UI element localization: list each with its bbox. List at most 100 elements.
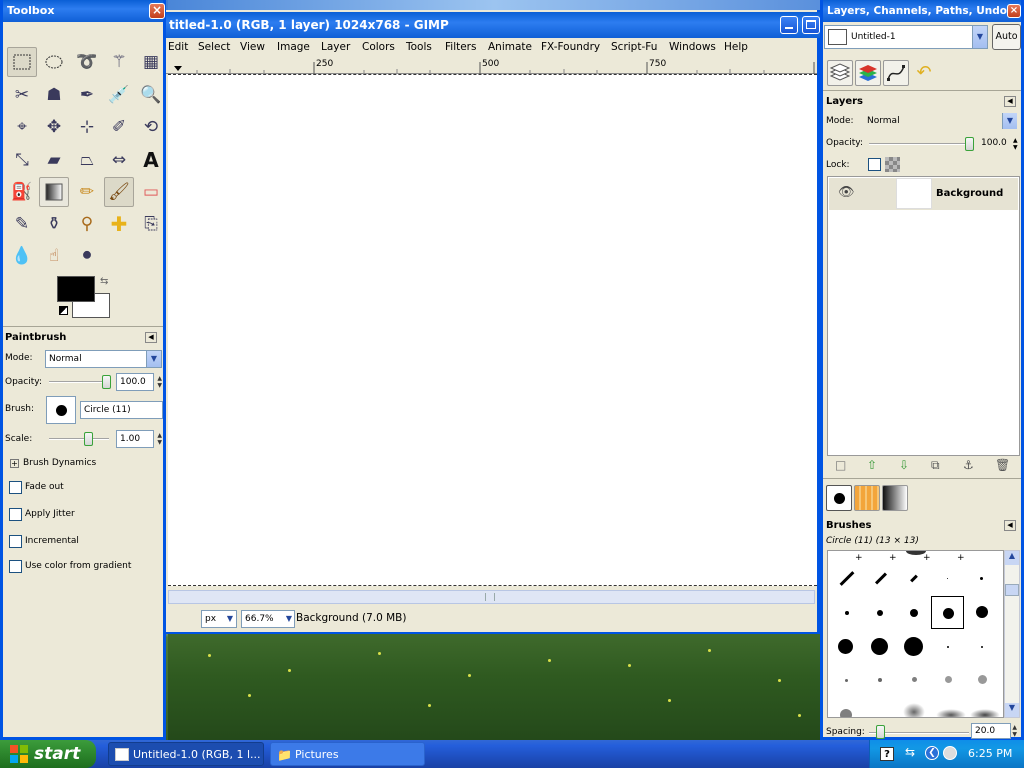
fade-out-checkbox[interactable] <box>9 481 22 494</box>
airbrush-tool[interactable]: ✎ <box>7 209 37 239</box>
layers-mode-select[interactable]: Normal ▼ <box>863 112 1018 130</box>
scrollbar-thumb[interactable] <box>1005 584 1019 596</box>
rotate-tool[interactable]: ⟲ <box>136 112 166 142</box>
ink-tool[interactable]: ⚱ <box>39 209 69 239</box>
ellipse-select-tool[interactable] <box>39 47 69 77</box>
network-icon[interactable]: ⇆ <box>905 745 915 759</box>
brush-cross-icon[interactable]: + <box>855 553 863 563</box>
scale-slider-handle[interactable] <box>84 432 93 446</box>
clone-tool[interactable]: ⚲ <box>72 209 102 239</box>
opacity-slider-handle[interactable] <box>102 375 111 389</box>
brush-grid[interactable]: + + + + <box>827 550 1004 718</box>
flip-tool[interactable]: ⇔ <box>104 145 134 175</box>
brush-name-field[interactable]: Circle (11) <box>80 401 163 419</box>
foreground-select-tool[interactable]: ☗ <box>39 80 69 110</box>
help-icon[interactable]: ? <box>880 747 894 761</box>
unit-select[interactable]: px ▼ <box>201 610 237 628</box>
brush-texture-icon[interactable] <box>936 709 966 717</box>
incremental-checkbox[interactable] <box>9 535 22 548</box>
use-color-gradient-checkbox[interactable] <box>9 560 22 573</box>
color-picker-tool[interactable]: 💉 <box>104 80 134 110</box>
tab-channels[interactable] <box>855 60 881 86</box>
perspective-clone-tool[interactable]: ⎘ <box>136 209 166 239</box>
rect-select-tool[interactable] <box>7 47 37 77</box>
menu-select[interactable]: Select <box>198 41 230 53</box>
brush-dot[interactable] <box>910 609 918 617</box>
color-select-tool[interactable]: ▦ <box>136 47 166 77</box>
minimize-button[interactable] <box>780 16 798 34</box>
brush-dynamics-expander[interactable]: Brush Dynamics <box>23 458 96 468</box>
crop-tool[interactable]: ✐ <box>104 112 134 142</box>
mode-select[interactable]: Normal ▼ <box>45 350 162 368</box>
taskbar-item-pictures[interactable]: 📁 Pictures <box>270 742 425 766</box>
align-tool[interactable]: ⊹ <box>72 112 102 142</box>
scissors-tool[interactable]: ✂ <box>7 80 37 110</box>
brush-dot[interactable] <box>871 638 888 655</box>
brush-dot[interactable] <box>840 709 852 717</box>
brush-dot[interactable] <box>947 578 948 579</box>
lasso-tool[interactable]: ➰ <box>72 47 102 77</box>
brush-dot[interactable] <box>877 610 883 616</box>
default-colors-icon[interactable] <box>59 306 68 315</box>
auto-button[interactable]: Auto <box>992 24 1021 50</box>
zoom-select[interactable]: 66.7% ▼ <box>241 610 295 628</box>
expander-plus-icon[interactable]: + <box>10 459 19 468</box>
spinner-arrows-icon[interactable]: ▲ ▼ <box>157 432 162 446</box>
tab-patterns[interactable] <box>854 485 880 511</box>
tab-undo[interactable]: ↶ <box>911 60 937 86</box>
spinner-arrows-icon[interactable]: ▲ ▼ <box>157 375 162 389</box>
smudge-tool[interactable]: ☝ <box>39 241 69 271</box>
menu-edit[interactable]: Edit <box>168 41 188 53</box>
toolbox-close-button[interactable]: × <box>149 3 165 19</box>
tab-brushes[interactable] <box>826 485 852 511</box>
brush-stroke-icon[interactable] <box>910 574 918 583</box>
paths-tool[interactable]: ✒ <box>72 80 102 110</box>
brush-texture-icon[interactable] <box>903 703 925 717</box>
brush-dot[interactable] <box>981 646 983 648</box>
paintbrush-tool[interactable]: 🖌 <box>104 177 134 207</box>
lower-layer-icon[interactable]: ⇩ <box>899 458 909 472</box>
opacity-spinner[interactable]: 100.0 ▲ ▼ <box>116 373 162 391</box>
anchor-layer-icon[interactable]: ⚓ <box>963 458 974 472</box>
layers-opacity-slider[interactable] <box>869 143 969 145</box>
duplicate-layer-icon[interactable]: ⧉ <box>931 458 940 473</box>
brush-dot[interactable] <box>978 675 987 684</box>
brush-cross-icon[interactable]: + <box>957 553 965 563</box>
menu-layer[interactable]: Layer <box>321 41 350 53</box>
eraser-tool[interactable]: ▭ <box>136 177 166 207</box>
taskbar-item-gimp[interactable]: Untitled-1.0 (RGB, 1 l... <box>108 742 264 766</box>
scrollbar-grip-icon[interactable] <box>485 593 495 601</box>
measure-tool[interactable]: ⌖ <box>7 112 37 142</box>
menu-fx-foundry[interactable]: FX-Foundry <box>541 41 600 53</box>
shear-tool[interactable]: ▰ <box>39 145 69 175</box>
selected-brush-frame[interactable] <box>931 596 964 629</box>
layers-opacity-slider-handle[interactable] <box>965 137 974 151</box>
clock[interactable]: 6:25 PM <box>968 747 1012 760</box>
scroll-down-icon[interactable]: ▼ <box>1005 703 1019 717</box>
zoom-tool[interactable]: 🔍 <box>136 80 166 110</box>
brush-dot[interactable] <box>945 676 952 683</box>
brush-dot[interactable] <box>845 611 849 615</box>
menu-script-fu[interactable]: Script-Fu <box>611 41 657 53</box>
lock-alpha-icon[interactable] <box>885 157 900 172</box>
brush-dot[interactable] <box>912 677 917 682</box>
update-icon[interactable] <box>943 746 957 760</box>
blend-tool[interactable] <box>39 177 69 207</box>
scroll-up-icon[interactable]: ▲ <box>1005 551 1019 565</box>
opacity-slider[interactable] <box>49 381 109 383</box>
tab-paths[interactable] <box>883 60 909 86</box>
menu-filters[interactable]: Filters <box>445 41 476 53</box>
heal-tool[interactable]: ✚ <box>104 209 134 239</box>
brush-dot[interactable] <box>980 577 983 580</box>
scale-spinner[interactable]: 1.00 ▲ ▼ <box>116 430 162 448</box>
image-select[interactable]: Untitled-1 ▼ <box>824 25 988 49</box>
menu-animate[interactable]: Animate <box>488 41 532 53</box>
spacing-slider-handle[interactable] <box>876 725 885 739</box>
brush-dot[interactable] <box>845 679 848 682</box>
back-arrow-icon[interactable]: ❮ <box>925 746 939 760</box>
brush-cross-icon[interactable]: + <box>889 553 897 563</box>
menu-colors[interactable]: Colors <box>362 41 395 53</box>
menu-tools[interactable]: Tools <box>406 41 432 53</box>
text-tool[interactable]: A <box>136 145 166 175</box>
brush-texture-icon[interactable] <box>970 709 1000 717</box>
